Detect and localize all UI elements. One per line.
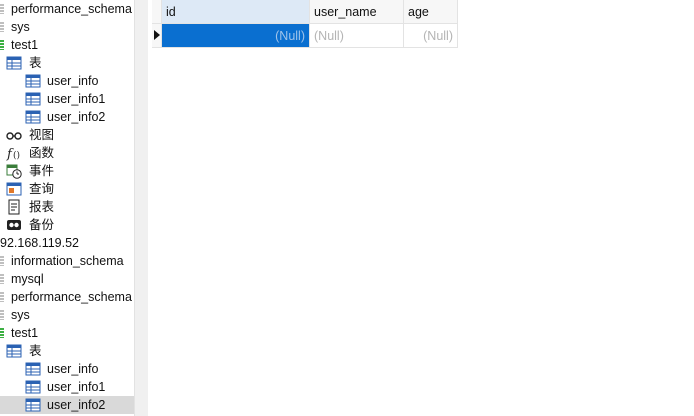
column-header-user-name[interactable]: user_name bbox=[310, 0, 404, 24]
tree-item-label: test1 bbox=[11, 326, 39, 340]
tree-item-tables[interactable]: 表 bbox=[0, 54, 134, 72]
tree-item-tables-2[interactable]: 表 bbox=[0, 342, 134, 360]
panel-splitter[interactable] bbox=[134, 0, 148, 416]
tree-item-views[interactable]: 视图 bbox=[0, 126, 134, 144]
table-icon bbox=[25, 109, 41, 125]
tree-item-label: user_info bbox=[47, 74, 99, 88]
function-icon: f() bbox=[6, 145, 22, 161]
database-open-icon bbox=[0, 328, 4, 338]
db-test1-2[interactable]: test1 bbox=[0, 324, 134, 342]
database-icon bbox=[0, 292, 4, 302]
tree-item-label: user_info1 bbox=[47, 380, 106, 394]
tree-item-queries[interactable]: 查询 bbox=[0, 180, 134, 198]
tree-item-label: test1 bbox=[11, 38, 39, 52]
database-icon bbox=[0, 274, 4, 284]
svg-text:(): () bbox=[13, 150, 20, 161]
tree-item-label: performance_schema bbox=[11, 290, 132, 304]
db-performance-schema-2[interactable]: performance_schema bbox=[0, 288, 134, 306]
tree-item-label: 函数 bbox=[29, 146, 55, 160]
database-icon bbox=[0, 256, 4, 266]
tree-item-table-user-info2[interactable]: user_info2 bbox=[0, 108, 134, 126]
db-sys[interactable]: sys bbox=[0, 18, 134, 36]
table-folder-icon bbox=[6, 55, 22, 71]
table-cell-user-name[interactable]: (Null) bbox=[310, 24, 404, 48]
table-cell-age[interactable]: (Null) bbox=[404, 24, 458, 48]
query-icon bbox=[6, 181, 22, 197]
table-folder-icon bbox=[6, 343, 22, 359]
tree-item-label: 92.168.119.52 bbox=[0, 236, 80, 250]
tree-item-backups[interactable]: 备份 bbox=[0, 216, 134, 234]
current-row-arrow-icon bbox=[154, 30, 160, 40]
database-icon bbox=[0, 22, 4, 32]
db-performance-schema[interactable]: performance_schema bbox=[0, 0, 134, 18]
tree-item-label: sys bbox=[11, 20, 30, 34]
db-information-schema[interactable]: information_schema bbox=[0, 252, 134, 270]
tree-item-label: 表 bbox=[29, 56, 42, 70]
tree-item-reports[interactable]: 报表 bbox=[0, 198, 134, 216]
tree-item-functions[interactable]: f() 函数 bbox=[0, 144, 134, 162]
tree-item-label: 查询 bbox=[29, 182, 55, 196]
table-icon bbox=[25, 361, 41, 377]
tree-item-label: sys bbox=[11, 308, 30, 322]
tree-item-label: performance_schema bbox=[11, 2, 132, 16]
column-header-id[interactable]: id bbox=[162, 0, 310, 24]
tree-item-label: 表 bbox=[29, 344, 42, 358]
tree-item-label: 备份 bbox=[29, 218, 55, 232]
database-icon bbox=[0, 4, 4, 14]
tree-item-table-user-info[interactable]: user_info bbox=[0, 72, 134, 90]
connection-item[interactable]: 92.168.119.52 bbox=[0, 234, 134, 252]
tree-item-label: information_schema bbox=[11, 254, 124, 268]
table-icon bbox=[25, 397, 41, 413]
tree-item-label: user_info2 bbox=[47, 398, 106, 412]
tree-item-label: 事件 bbox=[29, 164, 55, 178]
tree-item-events[interactable]: 事件 bbox=[0, 162, 134, 180]
table-cell-id[interactable]: (Null) bbox=[162, 24, 310, 48]
tree-item-table-user-info2-2[interactable]: user_info2 bbox=[0, 396, 134, 414]
report-icon bbox=[6, 199, 22, 215]
table-icon bbox=[25, 91, 41, 107]
db-test1[interactable]: test1 bbox=[0, 36, 134, 54]
tree-item-label: mysql bbox=[11, 272, 44, 286]
backup-icon bbox=[6, 217, 22, 233]
tree-item-label: 报表 bbox=[29, 200, 55, 214]
glasses-icon bbox=[6, 127, 22, 143]
tree-item-label: user_info bbox=[47, 362, 99, 376]
tree-item-label: user_info2 bbox=[47, 110, 106, 124]
tree-item-table-user-info1-2[interactable]: user_info1 bbox=[0, 378, 134, 396]
tree-item-table-user-info-2[interactable]: user_info bbox=[0, 360, 134, 378]
object-navigator: performance_schema sys test1 表 user_info… bbox=[0, 0, 134, 416]
database-open-icon bbox=[0, 40, 4, 50]
db-mysql[interactable]: mysql bbox=[0, 270, 134, 288]
tree-item-label: 视图 bbox=[29, 128, 55, 142]
tree-item-label: user_info1 bbox=[47, 92, 106, 106]
column-header-age[interactable]: age bbox=[404, 0, 458, 24]
grid-corner bbox=[152, 0, 162, 24]
database-icon bbox=[0, 310, 4, 320]
tree-item-table-user-info1[interactable]: user_info1 bbox=[0, 90, 134, 108]
db-sys-2[interactable]: sys bbox=[0, 306, 134, 324]
table-icon bbox=[25, 73, 41, 89]
event-clock-icon bbox=[6, 163, 22, 179]
table-icon bbox=[25, 379, 41, 395]
row-indicator[interactable] bbox=[152, 24, 162, 48]
